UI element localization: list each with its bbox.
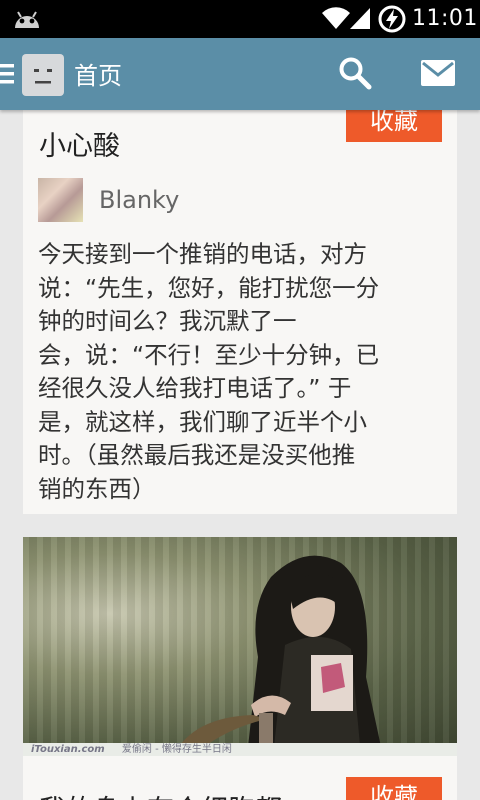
battery-charging-icon	[378, 5, 406, 37]
menu-icon[interactable]	[0, 64, 16, 90]
mail-icon[interactable]	[421, 60, 455, 90]
post-title[interactable]: 小心酸	[39, 124, 120, 163]
post-card[interactable]: 小心酸 收藏 Blanky 今天接到一个推销的电话，对方 说：“先生，您好，能打…	[23, 110, 457, 514]
clock-time: 11:01	[412, 6, 478, 31]
page-title[interactable]: 首页	[74, 56, 122, 91]
avatar[interactable]	[38, 178, 83, 222]
post-body-line: 说：“先生，您好，能打扰您一分	[38, 273, 380, 302]
post-body-line: 钟的时间么？我沉默了一	[38, 307, 297, 335]
post-image[interactable]: iTouxian.com 爱偷闲 - 懒得存生半日闲	[23, 537, 457, 756]
wifi-icon	[322, 6, 350, 34]
post-body-line: 经很久没人给我打电话了。” 于	[38, 374, 352, 402]
action-bar: 首页	[0, 38, 480, 110]
post-body-line: 时。（虽然最后我还是没买他推	[38, 441, 356, 469]
post-body-line: 会，说：“不行！至少十分钟，已	[38, 340, 380, 369]
post-body-line: 销的东西）	[38, 474, 156, 503]
search-icon[interactable]	[338, 56, 372, 94]
post-card[interactable]: iTouxian.com 爱偷闲 - 懒得存生半日闲 我的身上有个细胞都 收藏	[23, 537, 457, 800]
app-logo-icon[interactable]	[22, 54, 64, 96]
post-feed[interactable]: 小心酸 收藏 Blanky 今天接到一个推销的电话，对方 说：“先生，您好，能打…	[0, 110, 480, 800]
image-watermark: iTouxian.com 爱偷闲 - 懒得存生半日闲	[23, 743, 457, 756]
signal-icon	[348, 6, 372, 34]
author-name[interactable]: Blanky	[99, 186, 179, 214]
post-title[interactable]: 我的身上有个细胞都	[39, 788, 282, 800]
post-body[interactable]: 今天接到一个推销的电话，对方 说：“先生，您好，能打扰您一分 钟的时间么？我沉默…	[38, 238, 438, 506]
favorite-button[interactable]: 收藏	[346, 110, 442, 142]
status-bar: 11:01	[0, 0, 480, 38]
favorite-button[interactable]: 收藏	[346, 777, 442, 800]
android-icon	[12, 6, 42, 36]
photo-figure	[173, 555, 383, 756]
post-body-line: 是，就这样，我们聊了近半个小	[38, 407, 367, 436]
post-body-line: 今天接到一个推销的电话，对方	[38, 240, 367, 268]
